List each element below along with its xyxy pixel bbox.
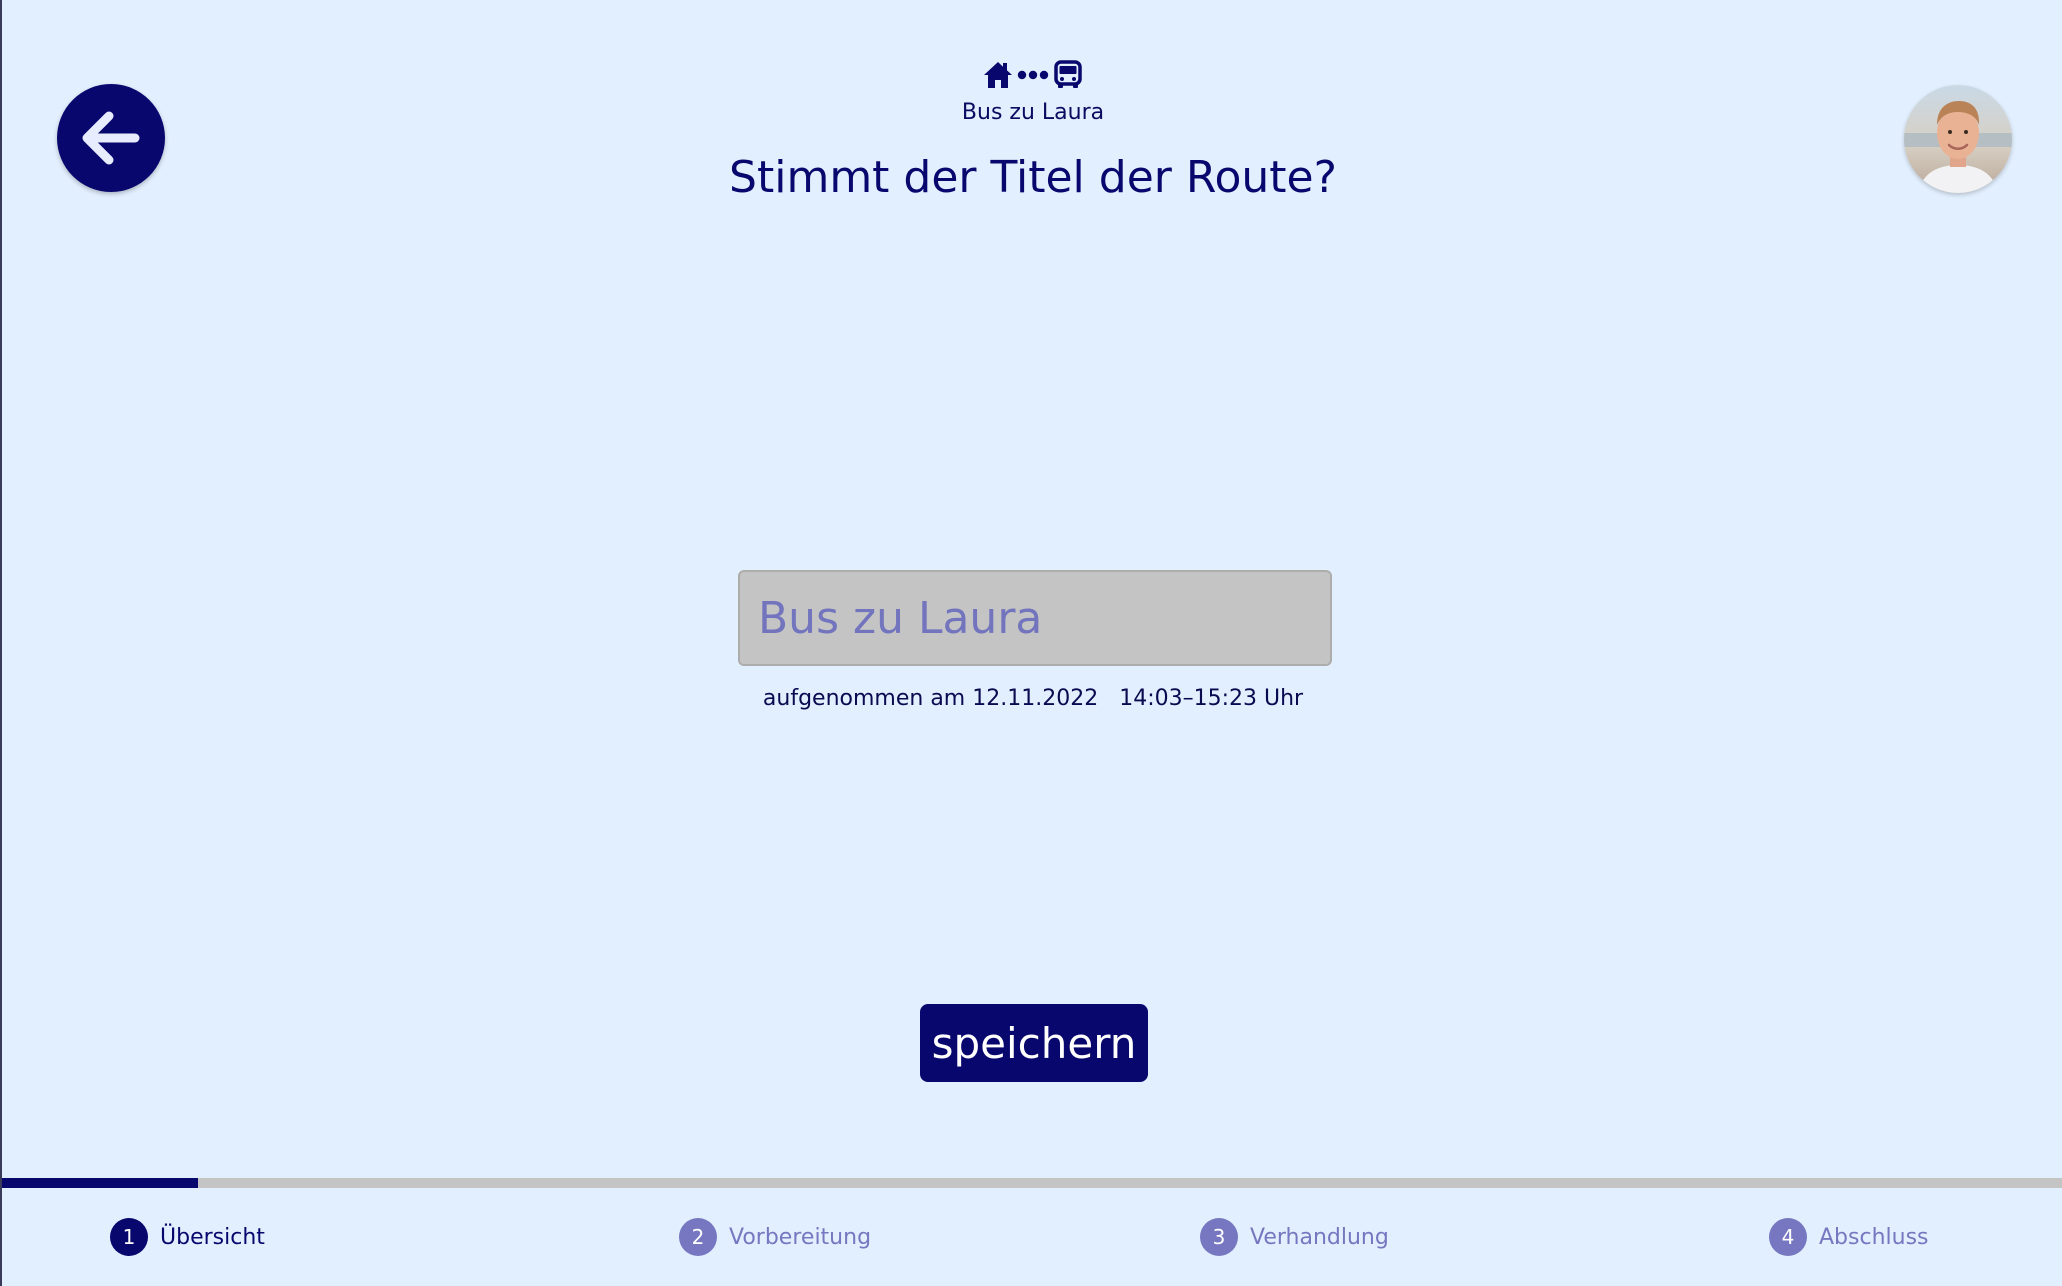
- recorded-prefix: aufgenommen am: [762, 686, 966, 711]
- route-title-input[interactable]: [738, 570, 1332, 666]
- step-vorbereitung[interactable]: 2 Vorbereitung: [679, 1218, 871, 1256]
- step-navigation: 1 Übersicht 2 Vorbereitung 3 Verhandlung…: [2, 1218, 2062, 1258]
- save-button[interactable]: speichern: [920, 1004, 1148, 1082]
- dots-icon: [1017, 70, 1049, 80]
- step-number: 1: [110, 1218, 148, 1256]
- page-title: Stimmt der Titel der Route?: [729, 152, 1337, 203]
- progress-bar: [2, 1178, 2062, 1188]
- user-avatar[interactable]: [1904, 85, 2012, 193]
- recorded-info: aufgenommen am 12.11.2022 14:03–15:23 Uh…: [2, 686, 2062, 711]
- step-label: Verhandlung: [1250, 1224, 1389, 1250]
- route-name: Bus zu Laura: [961, 100, 1105, 125]
- step-label: Übersicht: [160, 1224, 265, 1250]
- step-number: 4: [1769, 1218, 1807, 1256]
- recorded-date: 12.11.2022: [972, 686, 1099, 711]
- step-number: 3: [1200, 1218, 1238, 1256]
- step-number: 2: [679, 1218, 717, 1256]
- avatar-photo: [1904, 85, 2012, 193]
- bus-icon: [1054, 60, 1082, 88]
- step-label: Abschluss: [1819, 1224, 1929, 1250]
- step-abschluss[interactable]: 4 Abschluss: [1769, 1218, 1929, 1256]
- step-verhandlung[interactable]: 3 Verhandlung: [1200, 1218, 1389, 1256]
- step-label: Vorbereitung: [729, 1224, 872, 1250]
- recorded-time: 14:03–15:23 Uhr: [1119, 686, 1304, 711]
- step-uebersicht[interactable]: 1 Übersicht: [110, 1218, 265, 1256]
- route-icon-group: [2, 60, 2062, 90]
- progress-bar-fill: [2, 1178, 198, 1188]
- home-icon: [984, 62, 1012, 88]
